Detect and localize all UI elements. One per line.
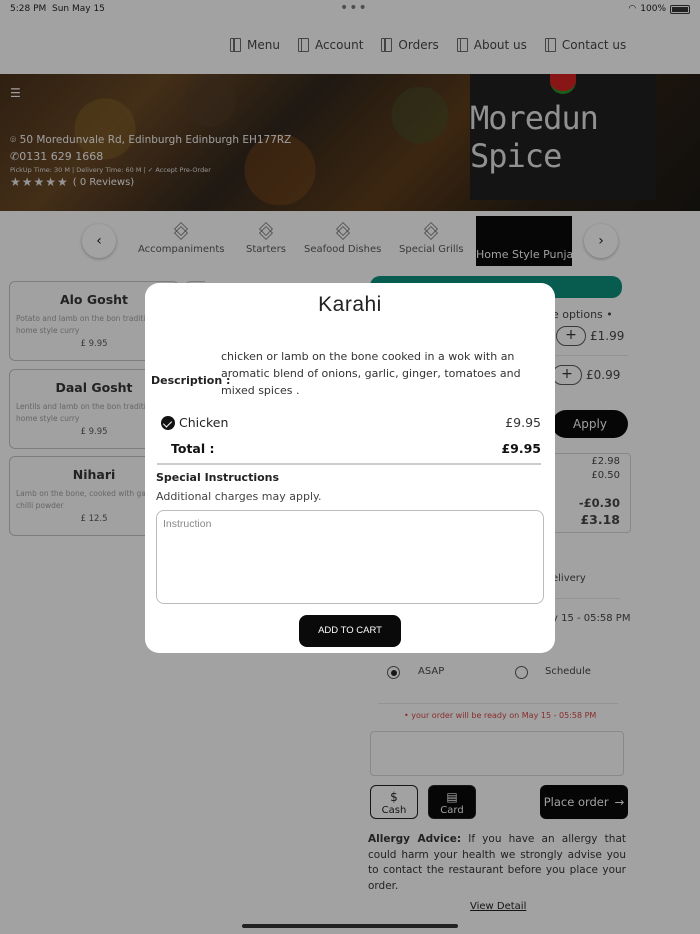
special-instructions-title: Special Instructions bbox=[156, 471, 280, 484]
description-label: Description : bbox=[151, 374, 231, 387]
special-instructions-note: Additional charges may apply. bbox=[156, 490, 322, 503]
divider bbox=[157, 463, 541, 465]
home-indicator[interactable] bbox=[242, 924, 458, 928]
item-modal: Karahi Description : chicken or lamb on … bbox=[145, 283, 555, 653]
option-name: Chicken bbox=[179, 415, 229, 430]
add-to-cart-button[interactable]: ADD TO CART bbox=[299, 615, 401, 647]
option-price: £9.95 bbox=[505, 415, 541, 430]
modal-title: Karahi bbox=[318, 293, 382, 316]
check-circle-icon[interactable] bbox=[161, 416, 175, 430]
modal-total: Total : £9.95 bbox=[171, 441, 541, 456]
option-row-chicken[interactable]: Chicken £9.95 bbox=[161, 414, 541, 434]
description-text: chicken or lamb on the bone cooked in a … bbox=[221, 350, 521, 397]
instruction-input[interactable] bbox=[156, 510, 544, 604]
